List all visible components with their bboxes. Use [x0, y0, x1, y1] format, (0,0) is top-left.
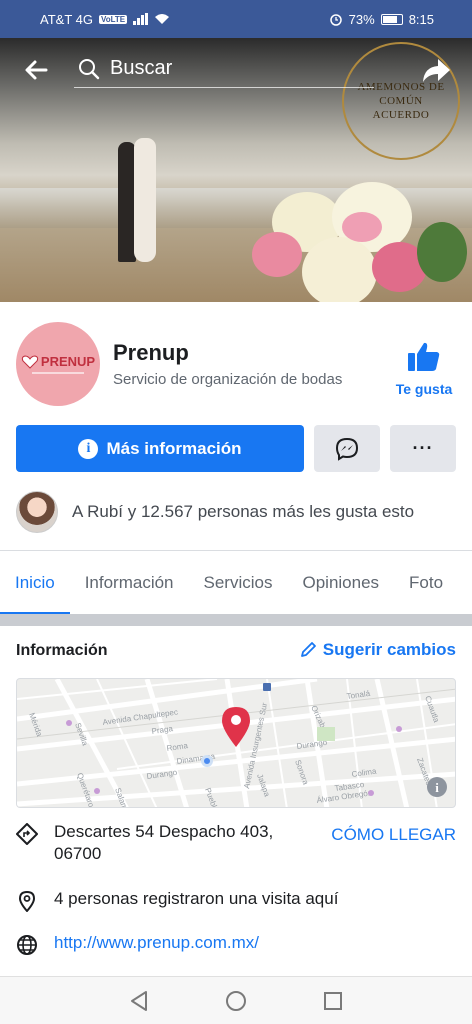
- map-info-glyph: i: [435, 780, 439, 795]
- page-avatar[interactable]: PRENUP: [16, 322, 100, 406]
- friend-avatar: [16, 491, 58, 533]
- page-category: Servicio de organización de bodas: [113, 371, 343, 388]
- battery-icon: [380, 13, 403, 25]
- info-heading: Información: [16, 642, 108, 659]
- suggest-edits-button[interactable]: Sugerir cambios: [299, 640, 456, 660]
- tab-opiniones[interactable]: Opiniones: [287, 552, 394, 614]
- section-gap: [0, 614, 472, 626]
- pencil-icon: [300, 642, 316, 657]
- nav-recents-icon[interactable]: [322, 990, 344, 1012]
- directions-icon: [16, 823, 38, 845]
- heart-icon: [21, 354, 39, 369]
- likes-text: A Rubí y 12.567 personas más les gusta e…: [72, 502, 415, 521]
- page-logo: PRENUP: [21, 354, 95, 369]
- messenger-button[interactable]: [314, 425, 380, 472]
- carrier-label: AT&T 4G: [40, 11, 93, 27]
- search-bar[interactable]: Buscar: [74, 50, 374, 88]
- search-placeholder: Buscar: [110, 57, 173, 79]
- tab-fotos[interactable]: Foto: [394, 552, 458, 614]
- page-tabs: Inicio Información Servicios Opiniones F…: [0, 552, 472, 614]
- action-row: i Más información ···: [16, 425, 456, 472]
- nav-home-icon[interactable]: [225, 990, 247, 1012]
- back-arrow-icon[interactable]: [22, 56, 50, 84]
- divider: [0, 550, 472, 551]
- system-nav-bar: [0, 976, 472, 1024]
- map-label: Colima: [351, 767, 377, 779]
- status-bar: AT&T 4G VoLTE 73% 8:15: [0, 0, 472, 38]
- volte-badge: VoLTE: [98, 14, 128, 24]
- battery-percent: 73%: [348, 11, 375, 27]
- page-header: PRENUP Prenup Servicio de organización d…: [0, 302, 472, 422]
- cover-bouquet: [242, 182, 472, 302]
- address-text: Descartes 54 Despacho 403, 06700: [54, 822, 274, 863]
- website-row[interactable]: http://www.prenup.com.mx/: [16, 932, 456, 956]
- more-info-label: Más información: [106, 438, 242, 458]
- nav-back-icon[interactable]: [128, 990, 150, 1012]
- map-label: Sonora: [293, 759, 310, 787]
- info-section: Información Sugerir cambios Avenida Chap…: [0, 626, 472, 976]
- globe-icon: [17, 935, 37, 955]
- page-title: Prenup: [113, 340, 189, 365]
- more-info-button[interactable]: i Más información: [16, 425, 304, 472]
- status-left: AT&T 4G VoLTE: [40, 12, 170, 27]
- info-icon: i: [78, 438, 99, 459]
- tab-inicio[interactable]: Inicio: [0, 552, 70, 614]
- search-icon: [79, 58, 100, 79]
- messenger-icon: [335, 437, 359, 461]
- page-logo-text: PRENUP: [40, 354, 96, 369]
- thumbs-up-icon: [408, 342, 440, 371]
- map[interactable]: Avenida Chapultepec Roma Praga Dinamarca…: [16, 678, 456, 808]
- share-icon[interactable]: [420, 54, 452, 86]
- more-options-button[interactable]: ···: [390, 425, 456, 472]
- get-directions-link[interactable]: CÓMO LLEGAR: [331, 825, 456, 845]
- logo-tagline-line: [32, 372, 84, 374]
- wifi-icon: [155, 14, 170, 24]
- alarm-icon: [329, 14, 342, 26]
- like-button[interactable]: Te gusta: [388, 340, 460, 397]
- visits-row: 4 personas registraron una visita aquí: [16, 888, 456, 912]
- map-label: Roma: [166, 741, 189, 753]
- visits-text: 4 personas registraron una visita aquí: [54, 889, 339, 908]
- map-pin-icon: [222, 707, 250, 747]
- tab-informacion[interactable]: Información: [70, 552, 189, 614]
- status-right: 73% 8:15: [329, 12, 434, 27]
- website-link[interactable]: http://www.prenup.com.mx/: [54, 932, 259, 954]
- map-label: Praga: [151, 724, 174, 736]
- signal-icon: [133, 13, 149, 25]
- address-row: Descartes 54 Despacho 403, 06700 CÓMO LL…: [16, 821, 456, 865]
- location-pin-icon: [18, 890, 36, 912]
- top-nav: Buscar: [0, 50, 472, 90]
- like-label: Te gusta: [395, 381, 453, 397]
- clock: 8:15: [408, 11, 434, 27]
- map-streets: Avenida Chapultepec Roma Praga Dinamarca…: [17, 679, 455, 807]
- map-info-icon[interactable]: i: [427, 777, 447, 797]
- tab-servicios[interactable]: Servicios: [189, 552, 288, 614]
- more-dots-icon: ···: [412, 438, 434, 458]
- likes-summary[interactable]: A Rubí y 12.567 personas más les gusta e…: [16, 490, 456, 534]
- suggest-edits-label: Sugerir cambios: [322, 640, 456, 659]
- cover-couple: [118, 134, 158, 264]
